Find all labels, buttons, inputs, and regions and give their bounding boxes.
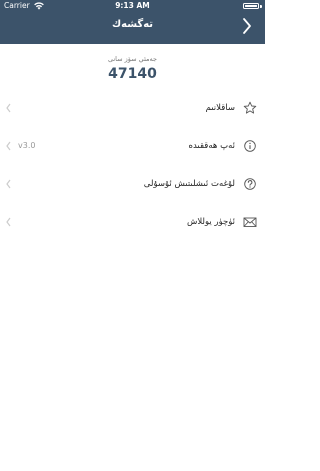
back-chevron-icon[interactable] xyxy=(241,17,253,35)
star-icon xyxy=(243,101,257,114)
menu-item-label: لۇغەت ئىشلىتىش ئۇسۇلى xyxy=(143,179,235,189)
battery-icon xyxy=(243,3,259,9)
menu-item-usage-guide[interactable]: لۇغەت ئىشلىتىش ئۇسۇلى xyxy=(0,166,265,202)
word-count-label: جەمئي سۆز سانى xyxy=(107,55,158,63)
chevron-left-icon xyxy=(6,179,11,189)
battery-nub xyxy=(260,5,262,8)
menu-item-label: ساقلانىم xyxy=(205,103,235,113)
word-count-panel: جەمئي سۆز سانى 47140 xyxy=(0,54,265,83)
info-icon xyxy=(244,140,256,152)
menu-item-label: ئەپ ھەققىدە xyxy=(188,141,235,151)
chevron-left-icon xyxy=(6,217,11,227)
help-icon xyxy=(244,178,256,190)
navigation-header: Carrier 9:13 AM تەگشەك xyxy=(0,0,265,44)
battery-level xyxy=(245,5,257,7)
chevron-left-icon xyxy=(6,103,11,113)
page-title: تەگشەك xyxy=(111,19,154,30)
menu-item-about[interactable]: v3.0 ئەپ ھەققىدە xyxy=(0,128,265,164)
word-count-value: 47140 xyxy=(108,66,157,82)
status-time: 9:13 AM xyxy=(115,1,150,10)
menu-item-favorites[interactable]: ساقلانىم xyxy=(0,90,265,126)
app-version: v3.0 xyxy=(18,141,36,150)
status-bar: Carrier 9:13 AM xyxy=(0,0,265,12)
menu-item-label: ئۈچۈر يوللاش xyxy=(186,217,235,227)
chevron-left-icon xyxy=(6,141,11,151)
mail-icon xyxy=(243,217,257,227)
menu-item-send-feedback[interactable]: ئۈچۈر يوللاش xyxy=(0,204,265,240)
